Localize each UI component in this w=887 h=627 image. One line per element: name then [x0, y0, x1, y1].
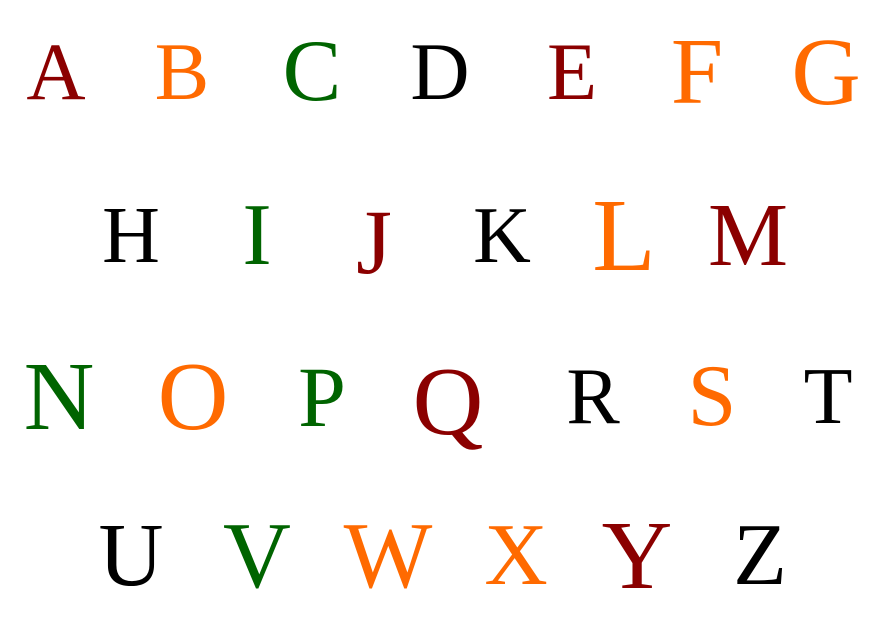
alphabet-board: A B C D E F G H I J K L M N O P Q R S T … [0, 0, 887, 627]
letter-x: X [484, 507, 548, 604]
letter-z: Z [733, 507, 787, 604]
letter-h: H [102, 192, 160, 280]
letter-n: N [23, 343, 95, 451]
letter-i: I [242, 187, 272, 284]
letter-r: R [566, 353, 620, 441]
letter-p: P [298, 349, 346, 445]
letter-q: Q [412, 348, 484, 456]
letter-c: C [282, 23, 342, 120]
letter-f: F [670, 20, 724, 124]
letter-v: V [223, 504, 291, 608]
letter-m: M [707, 186, 789, 285]
letter-u: U [98, 506, 164, 605]
letter-j: J [356, 191, 392, 293]
letter-w: W [343, 504, 433, 608]
letter-t: T [803, 353, 853, 441]
letter-d: D [410, 26, 470, 117]
letter-o: O [157, 343, 229, 451]
letter-k: K [473, 192, 531, 280]
letter-a: A [26, 26, 86, 117]
letter-s: S [687, 348, 737, 445]
letter-g: G [791, 18, 861, 125]
letter-l: L [592, 178, 656, 293]
letter-e: E [546, 26, 598, 117]
letter-y: Y [601, 502, 673, 610]
letter-b: B [154, 26, 210, 117]
